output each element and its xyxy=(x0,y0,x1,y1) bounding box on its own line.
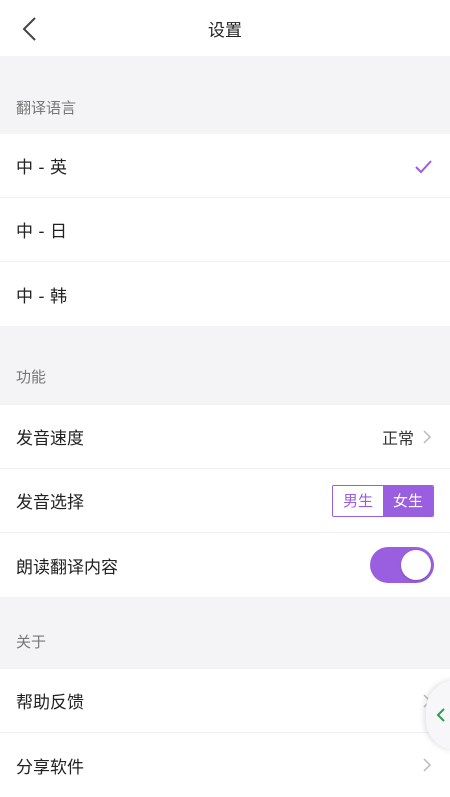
voice-segmented-control: 男生 女生 xyxy=(331,484,434,517)
feature-list: 发音速度 正常 发音选择 男生 女生 朗读翻译内容 xyxy=(0,405,450,597)
speech-speed-row[interactable]: 发音速度 正常 xyxy=(0,405,450,469)
chevron-right-icon xyxy=(423,758,432,772)
language-label: 中 - 日 xyxy=(16,222,67,242)
section-header-about: 关于 xyxy=(16,632,47,651)
speech-speed-label: 发音速度 xyxy=(16,429,84,449)
chevron-right-icon xyxy=(423,429,432,444)
share-app-label: 分享软件 xyxy=(16,757,84,778)
checkmark-icon xyxy=(415,159,432,173)
voice-select-row: 发音选择 男生 女生 xyxy=(0,469,450,533)
help-feedback-label: 帮助反馈 xyxy=(16,693,84,713)
language-label: 中 - 英 xyxy=(16,158,67,178)
help-feedback-row[interactable]: 帮助反馈 xyxy=(0,669,450,733)
voice-select-label: 发音选择 xyxy=(16,493,84,513)
chevron-left-icon xyxy=(436,708,445,722)
chevron-left-icon xyxy=(22,17,36,41)
language-label: 中 - 韩 xyxy=(16,286,67,307)
about-list: 帮助反馈 分享软件 xyxy=(0,669,450,797)
read-aloud-label: 朗读翻译内容 xyxy=(16,557,118,578)
read-aloud-row: 朗读翻译内容 xyxy=(0,533,450,597)
share-app-row[interactable]: 分享软件 xyxy=(0,733,450,797)
nav-bar: 设置 xyxy=(0,0,450,56)
page-title: 设置 xyxy=(208,20,242,41)
back-button[interactable] xyxy=(14,14,44,44)
toggle-knob xyxy=(401,550,431,580)
voice-option-male[interactable]: 男生 xyxy=(332,485,383,516)
language-list: 中 - 英 中 - 日 中 - 韩 xyxy=(0,134,450,326)
section-header-translate: 翻译语言 xyxy=(16,98,77,117)
speech-speed-value: 正常 xyxy=(381,428,414,448)
voice-option-female[interactable]: 女生 xyxy=(382,485,433,516)
language-item-zh-ja[interactable]: 中 - 日 xyxy=(0,198,450,262)
language-item-zh-ko[interactable]: 中 - 韩 xyxy=(0,262,450,326)
section-header-features: 功能 xyxy=(16,367,47,386)
read-aloud-toggle[interactable] xyxy=(370,547,434,583)
language-item-zh-en[interactable]: 中 - 英 xyxy=(0,134,450,198)
